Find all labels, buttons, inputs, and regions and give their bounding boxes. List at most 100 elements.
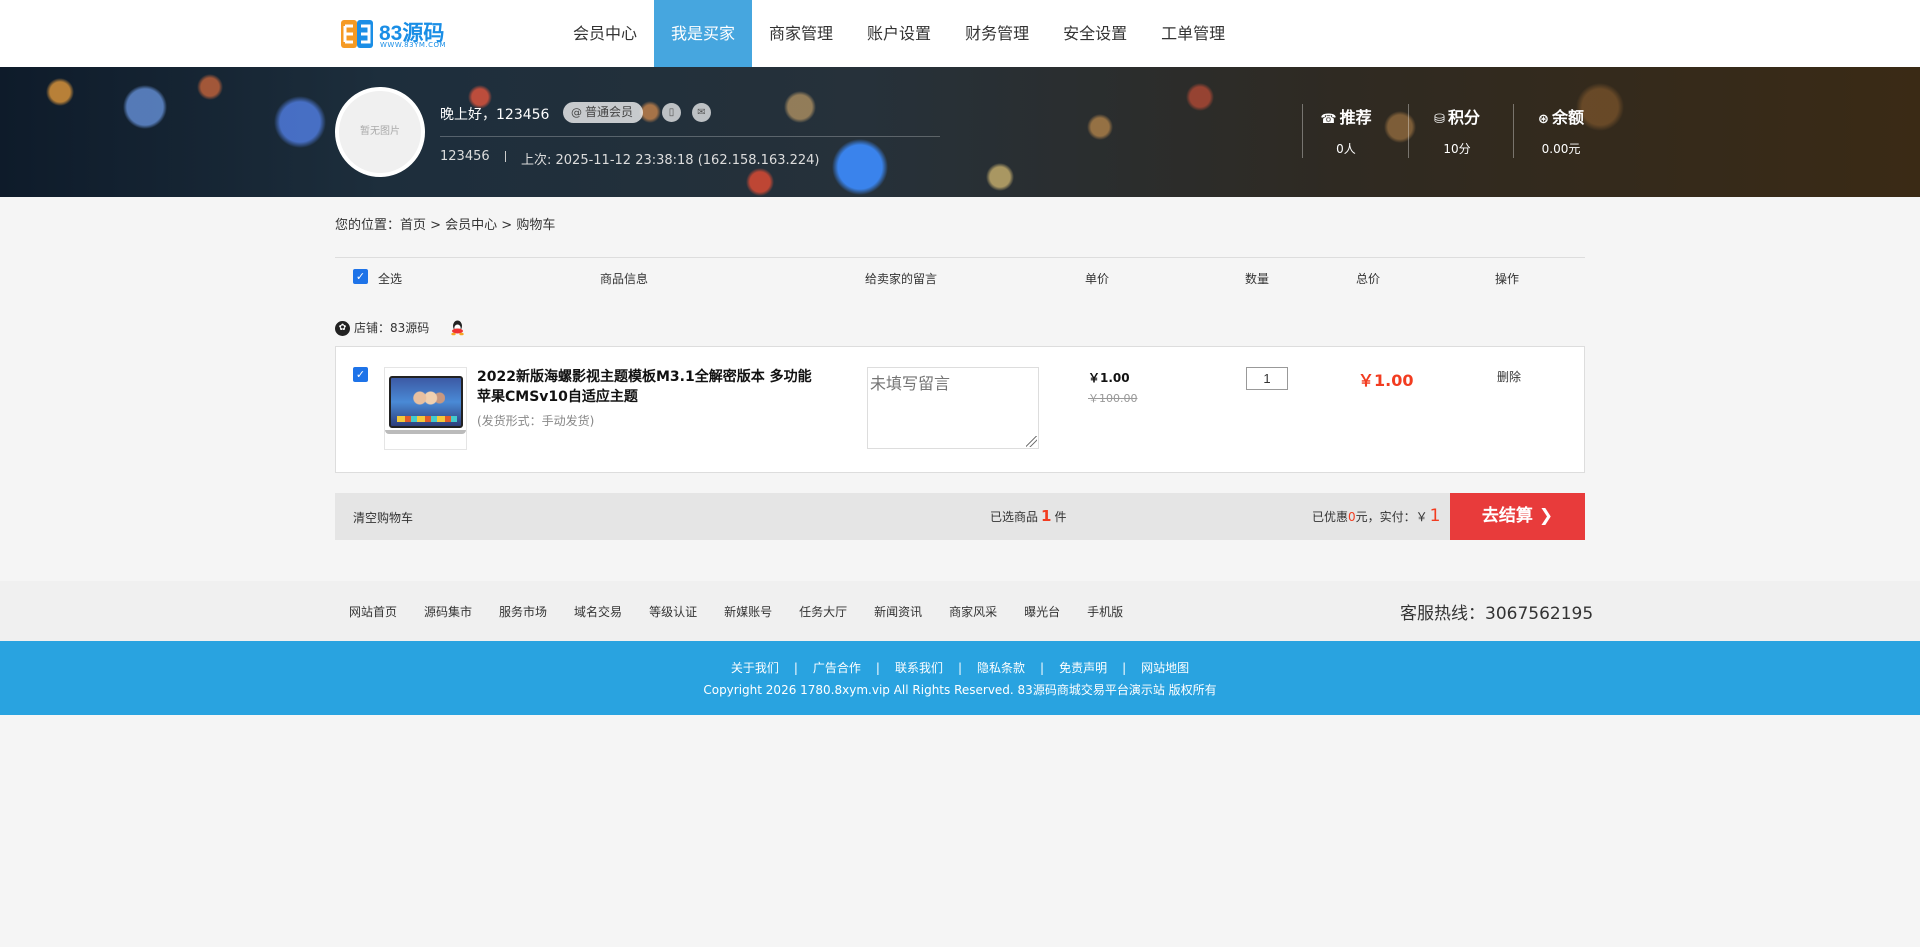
footer-link[interactable]: 网站首页 — [349, 603, 397, 620]
checkout-label: 去结算 — [1481, 506, 1533, 526]
shop-icon: ✿ — [335, 321, 350, 336]
user-id: 123456 — [440, 149, 490, 164]
laptop-base-image — [385, 430, 466, 434]
stat-label: 积分 — [1447, 108, 1480, 127]
unit-price: ￥1.00 — [1088, 371, 1130, 385]
divider — [505, 151, 506, 162]
member-level-label: 普通会员 — [585, 105, 634, 119]
stat-balance[interactable]: ⊛ 余额 0.00元 — [1509, 104, 1613, 157]
footer-link[interactable]: 新媒账号 — [724, 603, 772, 620]
nav-item[interactable]: 会员中心 — [556, 0, 654, 67]
top-header: 83源码 WWW.83YM.COM 会员中心 我是买家 商家管理 账户设置 财务管理 安全… — [0, 0, 1920, 67]
footer-bottom-link[interactable]: 隐私条款 — [977, 661, 1025, 675]
product-thumbnail[interactable] — [384, 367, 467, 450]
copyright: Copyright 2026 1780.8xym.vip All Rights … — [703, 683, 1217, 697]
item-total: ￥1.00 — [1358, 371, 1414, 390]
footer-bottom-link[interactable]: 广告合作 — [813, 661, 861, 675]
checkout-button[interactable]: 去结算 ❯ — [1450, 493, 1585, 540]
payment-summary: 已优惠0元，实付：￥ 1 — [1312, 506, 1441, 526]
footer-link-list: 网站首页 源码集市 服务市场 域名交易 等级认证 新媒账号 任务大厅 新闻资讯 商家风采 曝光台 手… — [349, 603, 1150, 620]
nav-item[interactable]: 账户设置 — [850, 0, 948, 67]
phone-icon: ☎ — [1320, 112, 1337, 127]
footer-link[interactable]: 等级认证 — [649, 603, 697, 620]
col-total: 总价 — [1356, 272, 1381, 286]
main-nav: 会员中心 我是买家 商家管理 账户设置 财务管理 安全设置 工单管理 — [556, 0, 1242, 67]
footer-bottom-link[interactable]: 网站地图 — [1141, 661, 1189, 675]
seller-message-input[interactable] — [867, 367, 1039, 449]
footer-bottom: 关于我们 | 广告合作 | 联系我们 | 隐私条款 | 免责声明 | 网站地图 Copyright … — [0, 641, 1920, 715]
mail-verify-icon[interactable]: ✉ — [692, 103, 711, 122]
stat-value: 0人 — [1336, 142, 1356, 156]
cart-item-row: ✓ 2022新版海螺影视主题模板M3.1全解密版本 多功能苹果CMSv10自适应… — [335, 346, 1585, 473]
cart-table-header: ✓ 全选 商品信息 给卖家的留言 单价 数量 总价 操作 — [335, 257, 1585, 297]
shop-label[interactable]: ✿ 店铺：83源码 — [335, 319, 429, 336]
footer-bottom-link[interactable]: 免责声明 — [1059, 661, 1107, 675]
footer-link[interactable]: 曝光台 — [1024, 603, 1060, 620]
discount-suffix: 元，实付：￥ — [1355, 510, 1428, 524]
avatar[interactable]: 暂无图片 — [335, 87, 425, 177]
quantity-input[interactable] — [1246, 367, 1288, 390]
nav-item[interactable]: 财务管理 — [948, 0, 1046, 67]
link-separator: | — [875, 661, 880, 675]
coins-icon: ⛁ — [1434, 112, 1445, 127]
cart-summary-bar: 清空购物车 已选商品 1 件 已优惠0元，实付：￥ 1 去结算 ❯ — [335, 493, 1585, 540]
stat-recommend[interactable]: ☎ 推荐 0人 — [1294, 104, 1398, 157]
stat-value: 10分 — [1443, 142, 1471, 156]
select-all-label[interactable]: 全选 — [378, 270, 402, 287]
site-logo[interactable]: 83源码 WWW.83YM.COM — [340, 16, 455, 52]
at-icon: @ — [571, 106, 582, 119]
nav-item[interactable]: 工单管理 — [1144, 0, 1242, 67]
link-separator: | — [1122, 661, 1127, 675]
delivery-type: (发货形式：手动发货) — [477, 414, 595, 428]
stat-label: 推荐 — [1339, 108, 1372, 127]
selected-number: 1 — [1041, 507, 1052, 525]
col-quantity: 数量 — [1245, 272, 1270, 286]
nav-item[interactable]: 我是买家 — [654, 0, 753, 67]
logo-icon — [341, 20, 373, 48]
pay-amount: 1 — [1429, 506, 1441, 526]
delete-button[interactable]: 删除 — [1497, 368, 1521, 385]
col-unit-price: 单价 — [1085, 272, 1110, 286]
chevron-right-icon: ❯ — [1538, 506, 1554, 526]
greeting-text: 晚上好，123456 — [440, 107, 550, 123]
link-separator: | — [957, 661, 963, 675]
selected-count: 已选商品 1 件 — [990, 507, 1066, 525]
last-login: 上次: 2025-11-12 23:38:18 (162.158.163.224… — [521, 153, 820, 168]
col-message: 给卖家的留言 — [865, 272, 938, 286]
col-action: 操作 — [1495, 272, 1520, 286]
stat-points[interactable]: ⛁ 积分 10分 — [1405, 104, 1509, 157]
select-all-checkbox[interactable]: ✓ — [353, 269, 368, 284]
yen-icon: ⊛ — [1538, 112, 1549, 127]
qq-icon[interactable] — [449, 319, 466, 336]
link-separator: | — [1040, 661, 1045, 675]
footer-link[interactable]: 域名交易 — [574, 603, 622, 620]
footer-link[interactable]: 源码集市 — [424, 603, 472, 620]
footer-bottom-links: 关于我们 | 广告合作 | 联系我们 | 隐私条款 | 免责声明 | 网站地图 — [0, 659, 1920, 676]
breadcrumb[interactable]: 您的位置：首页 > 会员中心 > 购物车 — [335, 214, 555, 233]
laptop-screen-image — [389, 376, 463, 428]
member-level-badge: @ 普通会员 — [563, 102, 644, 123]
service-hotline: 客服热线：3067562195 — [1400, 604, 1594, 624]
nav-item[interactable]: 商家管理 — [752, 0, 850, 67]
footer-link[interactable]: 手机版 — [1087, 603, 1123, 620]
footer-bottom-link[interactable]: 联系我们 — [895, 661, 943, 675]
clear-cart-button[interactable]: 清空购物车 — [353, 509, 413, 526]
shop-name: 店铺：83源码 — [354, 321, 430, 335]
stat-label: 余额 — [1551, 108, 1584, 127]
phone-verify-icon[interactable]: ▯ — [662, 103, 681, 122]
discount-value: 0 — [1348, 510, 1356, 524]
profile-banner — [0, 67, 1920, 197]
footer-link[interactable]: 新闻资讯 — [874, 603, 922, 620]
footer-link[interactable]: 任务大厅 — [799, 603, 847, 620]
footer-link[interactable]: 商家风采 — [949, 603, 997, 620]
selected-suffix: 件 — [1054, 510, 1067, 524]
link-separator: | — [793, 661, 798, 675]
footer-bottom-link[interactable]: 关于我们 — [731, 661, 779, 675]
product-title[interactable]: 2022新版海螺影视主题模板M3.1全解密版本 多功能苹果CMSv10自适应主题 — [477, 367, 822, 407]
col-product: 商品信息 — [600, 272, 649, 286]
resize-grip-icon[interactable] — [1026, 436, 1037, 447]
nav-item[interactable]: 安全设置 — [1046, 0, 1144, 67]
item-checkbox[interactable]: ✓ — [353, 367, 368, 382]
footer-link[interactable]: 服务市场 — [499, 603, 547, 620]
discount-prefix: 已优惠 — [1312, 510, 1349, 524]
